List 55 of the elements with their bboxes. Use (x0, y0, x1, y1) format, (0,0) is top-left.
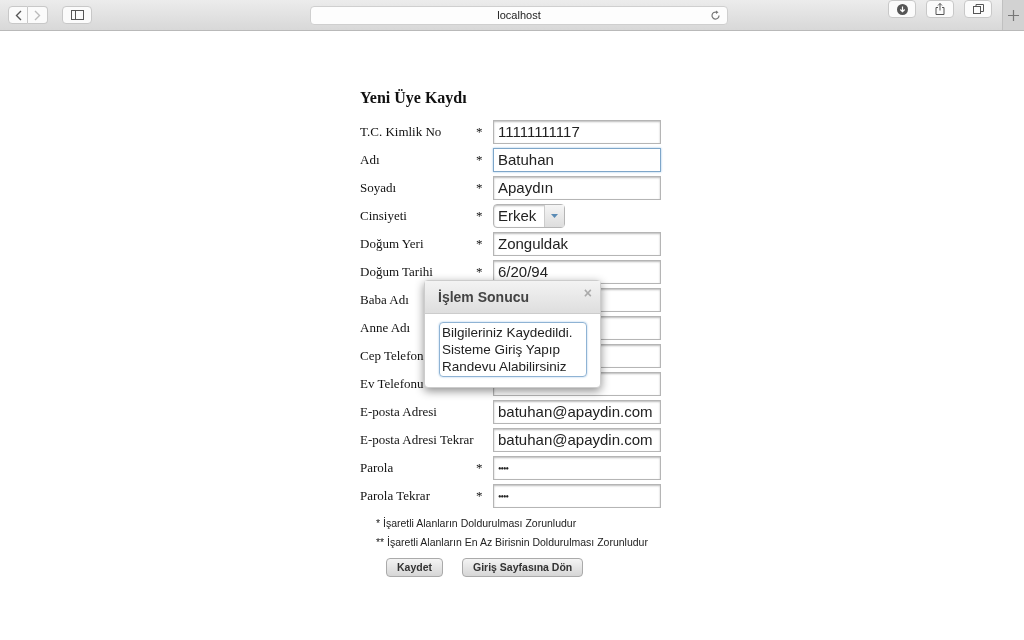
required-marker: * (476, 180, 483, 196)
field-label: Ev Telefonu (360, 376, 424, 392)
required-marker: * (476, 208, 483, 224)
reload-icon[interactable] (710, 9, 721, 21)
back-button[interactable] (8, 6, 28, 24)
caret-icon (551, 214, 558, 218)
share-button[interactable] (926, 0, 954, 18)
field-label: Cinsiyeti (360, 208, 407, 224)
password-field[interactable]: •••• (493, 484, 661, 508)
sidebar-button[interactable] (62, 6, 92, 24)
tabs-icon (972, 4, 984, 14)
message-textarea[interactable]: Bilgileriniz Kaydedildi. Sisteme Giriş Yapıp Randevu Alabilirsiniz (439, 322, 587, 377)
field-label: Doğum Tarihi (360, 264, 433, 280)
field-label: E-posta Adresi (360, 404, 437, 420)
required-marker: * (476, 488, 483, 504)
chevron-right-icon (34, 9, 41, 21)
download-icon (896, 3, 908, 15)
share-icon (935, 3, 945, 15)
gender-select[interactable]: Erkek (493, 204, 565, 228)
field-label: Parola (360, 460, 394, 476)
input-field[interactable]: batuhan@apaydin.com (493, 428, 661, 452)
download-button[interactable] (888, 0, 916, 18)
required-marker: * (476, 124, 483, 140)
password-field[interactable]: •••• (493, 456, 661, 480)
required-marker: * (476, 152, 483, 168)
field-label: T.C. Kimlik No (360, 124, 442, 140)
field-label: Soyadı (360, 180, 397, 196)
field-label: Parola Tekrar (360, 488, 430, 504)
required-note: * İşaretli Alanların Doldurulması Zorunludur (376, 516, 578, 530)
field-label: Baba Adı (360, 292, 409, 308)
field-label: Doğum Yeri (360, 236, 424, 252)
required-marker: * (476, 264, 483, 280)
field-label: Anne Adı (360, 320, 411, 336)
field-label: Cep Telefon (360, 348, 424, 364)
field-label: Adı (360, 152, 380, 168)
required-marker: * (476, 236, 483, 252)
new-tab-button[interactable] (1002, 0, 1024, 30)
sidebar-icon (70, 10, 84, 20)
address-bar[interactable]: localhost (310, 5, 728, 25)
input-field[interactable]: 11111111117 (493, 120, 661, 144)
dialog-title: İşlem Sonucu (438, 287, 530, 307)
save-button[interactable]: Kaydet (386, 558, 443, 577)
chevron-left-icon (14, 9, 22, 21)
url-text: localhost (497, 7, 541, 23)
back-to-login-button[interactable]: Giriş Sayfasına Dön (462, 558, 584, 577)
field-label: E-posta Adresi Tekrar (360, 432, 474, 448)
plus-icon (1008, 9, 1019, 21)
input-field[interactable]: Batuhan (493, 148, 661, 172)
required-marker: * (476, 460, 483, 476)
required-note: ** İşaretli Alanların En Az Birisnin Doldurulması Zorunludur (376, 535, 649, 549)
form-title: Yeni Üye Kaydı (360, 88, 468, 108)
input-field[interactable]: batuhan@apaydin.com (493, 400, 661, 424)
input-field[interactable]: Apaydın (493, 176, 661, 200)
tabs-button[interactable] (964, 0, 992, 18)
input-field[interactable]: Zonguldak (493, 232, 661, 256)
